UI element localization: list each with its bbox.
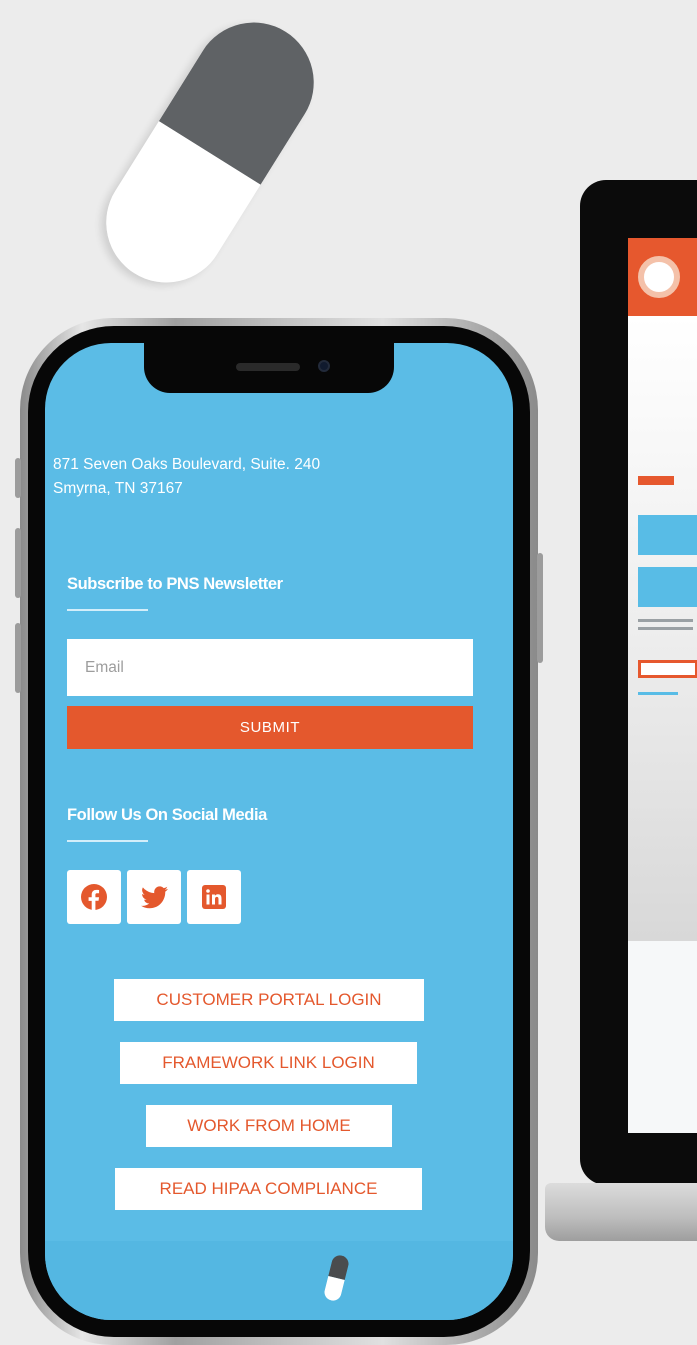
phone-camera — [318, 360, 330, 372]
website-header — [628, 238, 697, 316]
phone-screen: 871 Seven Oaks Boulevard, Suite. 240 Smy… — [45, 343, 513, 1320]
address-line-2: Smyrna, TN 37167 — [53, 480, 183, 497]
phone-bezel: 871 Seven Oaks Boulevard, Suite. 240 Smy… — [28, 326, 530, 1337]
website-headline — [638, 515, 697, 555]
social-title-underline — [67, 840, 148, 842]
phone-notch — [144, 343, 394, 393]
newsletter-title-underline — [67, 609, 148, 611]
phone-volume-up-button — [15, 528, 21, 598]
website-logo — [638, 256, 680, 298]
laptop-base — [545, 1183, 697, 1241]
website-cta-button — [638, 660, 697, 678]
twitter-icon — [140, 885, 168, 908]
newsletter-email-input[interactable] — [67, 639, 473, 696]
phone-frame: 871 Seven Oaks Boulevard, Suite. 240 Smy… — [15, 318, 543, 1345]
website-body-line — [638, 619, 693, 622]
website-lower-section — [628, 941, 697, 1133]
social-title: Follow Us On Social Media — [67, 806, 267, 824]
laptop-website-preview — [628, 238, 697, 1133]
footer-bottom-bar — [45, 1241, 513, 1320]
linkedin-icon — [202, 885, 226, 909]
website-link — [638, 692, 678, 695]
read-hipaa-compliance-button[interactable]: READ HIPAA COMPLIANCE — [115, 1168, 422, 1210]
website-kicker — [638, 476, 674, 485]
phone-speaker — [236, 363, 300, 371]
framework-link-login-button[interactable]: FRAMEWORK LINK LOGIN — [120, 1042, 417, 1084]
phone-power-button — [537, 553, 543, 663]
work-from-home-button[interactable]: WORK FROM HOME — [146, 1105, 392, 1147]
footer-address: 871 Seven Oaks Boulevard, Suite. 240 Smy… — [53, 453, 320, 501]
twitter-button[interactable] — [127, 870, 181, 924]
phone-volume-down-button — [15, 623, 21, 693]
facebook-icon — [81, 884, 107, 910]
facebook-button[interactable] — [67, 870, 121, 924]
newsletter-title: Subscribe to PNS Newsletter — [67, 575, 283, 593]
social-links — [67, 870, 241, 924]
pill-capsule-graphic — [83, 0, 337, 306]
customer-portal-login-button[interactable]: CUSTOMER PORTAL LOGIN — [114, 979, 424, 1021]
website-body-line — [638, 627, 693, 630]
address-line-1: 871 Seven Oaks Boulevard, Suite. 240 — [53, 456, 321, 473]
website-hero — [628, 316, 697, 941]
phone-mute-switch — [15, 458, 21, 498]
website-headline-2 — [638, 567, 697, 607]
newsletter-submit-button[interactable]: SUBMIT — [67, 706, 473, 749]
linkedin-button[interactable] — [187, 870, 241, 924]
